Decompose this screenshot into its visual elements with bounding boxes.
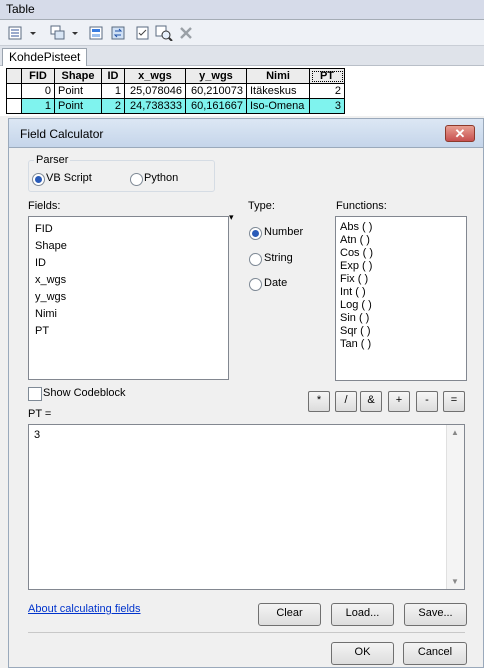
table-tab-strip: KohdePisteet: [0, 46, 484, 69]
clear-button[interactable]: Clear: [258, 603, 321, 626]
list-item[interactable]: Cos ( ): [340, 247, 373, 259]
show-codeblock-checkbox[interactable]: [28, 387, 42, 401]
list-item[interactable]: Fix ( ): [340, 273, 368, 285]
cell-x-wgs[interactable]: 24,738333: [124, 98, 186, 114]
concatenate-button[interactable]: &: [360, 391, 382, 412]
table-toolbar: [0, 20, 484, 46]
list-item[interactable]: Shape: [35, 240, 67, 252]
scroll-down-icon[interactable]: ▼: [451, 577, 459, 586]
row-selector[interactable]: [6, 98, 22, 114]
list-item[interactable]: Abs ( ): [340, 221, 372, 233]
add-button[interactable]: +: [388, 391, 410, 412]
column-header-shape[interactable]: Shape: [54, 68, 102, 84]
zoom-to-selected-icon[interactable]: [155, 24, 173, 42]
close-button[interactable]: ✕: [445, 125, 475, 142]
cell-fid[interactable]: 0: [21, 83, 55, 99]
python-label[interactable]: Python: [144, 172, 178, 184]
cell-pt[interactable]: 3: [309, 98, 345, 114]
list-item[interactable]: Tan ( ): [340, 338, 371, 350]
clear-selection-icon[interactable]: [134, 24, 152, 42]
table-header-row: FID Shape ID x_wgs y_wgs Nimi PT: [6, 68, 345, 84]
attribute-table: FID Shape ID x_wgs y_wgs Nimi PT 0 Point…: [6, 68, 345, 114]
cell-y-wgs[interactable]: 60,210073: [185, 83, 247, 99]
cancel-button[interactable]: Cancel: [403, 642, 467, 665]
list-item[interactable]: Atn ( ): [340, 234, 370, 246]
cell-nimi[interactable]: Itäkeskus: [246, 83, 310, 99]
vbscript-label[interactable]: VB Script: [46, 172, 92, 184]
date-radio[interactable]: [249, 278, 262, 291]
cell-y-wgs[interactable]: 60,161667: [185, 98, 247, 114]
attribute-table-area: FID Shape ID x_wgs y_wgs Nimi PT 0 Point…: [0, 66, 484, 116]
expression-value[interactable]: 3: [34, 429, 40, 441]
row-selector-header[interactable]: [6, 68, 22, 84]
dialog-title-bar: Field Calculator: [8, 118, 484, 148]
window-title-bar: Table: [0, 0, 484, 20]
load-button[interactable]: Load...: [331, 603, 394, 626]
table-row[interactable]: 1 Point 2 24,738333 60,161667 Iso-Omena …: [6, 98, 345, 114]
expression-label: PT =: [28, 408, 52, 420]
table-options-icon[interactable]: [8, 24, 38, 42]
expression-scrollbar[interactable]: ▲ ▼: [446, 425, 464, 589]
equals-button[interactable]: =: [443, 391, 465, 412]
column-header-y-wgs[interactable]: y_wgs: [185, 68, 247, 84]
related-tables-icon[interactable]: [50, 24, 80, 42]
list-item[interactable]: Exp ( ): [340, 260, 372, 272]
type-label: Type:: [248, 200, 275, 212]
multiply-button[interactable]: *: [308, 391, 330, 412]
save-button[interactable]: Save...: [404, 603, 467, 626]
list-item[interactable]: Nimi: [35, 308, 57, 320]
cell-x-wgs[interactable]: 25,078046: [124, 83, 186, 99]
list-item[interactable]: ID: [35, 257, 46, 269]
scroll-up-icon[interactable]: ▲: [451, 428, 459, 437]
list-item[interactable]: PT: [35, 325, 49, 337]
column-header-pt[interactable]: PT: [309, 68, 345, 84]
vbscript-radio[interactable]: [32, 173, 45, 186]
list-item[interactable]: Sin ( ): [340, 312, 369, 324]
table-row[interactable]: 0 Point 1 25,078046 60,210073 Itäkeskus …: [6, 83, 345, 99]
cell-pt[interactable]: 2: [309, 83, 345, 99]
number-label[interactable]: Number: [264, 226, 303, 238]
list-item[interactable]: Sqr ( ): [340, 325, 371, 337]
ok-button[interactable]: OK: [331, 642, 394, 665]
string-radio[interactable]: [249, 253, 262, 266]
cell-id[interactable]: 1: [101, 83, 125, 99]
switch-selection-icon[interactable]: [110, 24, 128, 42]
parser-label: Parser: [34, 154, 71, 166]
list-item[interactable]: FID: [35, 223, 53, 235]
select-by-attributes-icon[interactable]: [88, 24, 106, 42]
divide-button[interactable]: /: [335, 391, 357, 412]
window-title: Table: [6, 2, 35, 16]
functions-listbox[interactable]: Abs ( ) Atn ( ) Cos ( ) Exp ( ) Fix ( ) …: [335, 216, 467, 381]
subtract-button[interactable]: -: [416, 391, 438, 412]
string-label[interactable]: String: [264, 252, 293, 264]
functions-label: Functions:: [336, 200, 387, 212]
cell-nimi[interactable]: Iso-Omena: [246, 98, 310, 114]
column-header-nimi[interactable]: Nimi: [246, 68, 310, 84]
column-header-x-wgs[interactable]: x_wgs: [124, 68, 186, 84]
dialog-title: Field Calculator: [20, 127, 104, 141]
cell-shape[interactable]: Point: [54, 98, 102, 114]
column-header-id[interactable]: ID: [101, 68, 125, 84]
expression-textarea[interactable]: 3 ▲ ▼: [28, 424, 465, 590]
list-item[interactable]: y_wgs: [35, 291, 66, 303]
list-item[interactable]: x_wgs: [35, 274, 66, 286]
fields-dropdown-arrow-icon[interactable]: ▾: [229, 212, 234, 223]
number-radio[interactable]: [249, 227, 262, 240]
delete-selected-icon[interactable]: [178, 24, 194, 42]
row-selector[interactable]: [6, 83, 22, 99]
python-radio[interactable]: [130, 173, 143, 186]
cell-shape[interactable]: Point: [54, 83, 102, 99]
cell-fid[interactable]: 1: [21, 98, 55, 114]
date-label[interactable]: Date: [264, 277, 287, 289]
list-item[interactable]: Log ( ): [340, 299, 372, 311]
cell-id[interactable]: 2: [101, 98, 125, 114]
fields-label: Fields:: [28, 200, 61, 212]
column-header-fid[interactable]: FID: [21, 68, 55, 84]
list-item[interactable]: Int ( ): [340, 286, 366, 298]
fields-listbox[interactable]: FID Shape ID x_wgs y_wgs Nimi PT: [28, 216, 229, 380]
about-calculating-fields-link[interactable]: About calculating fields: [28, 603, 141, 615]
footer-divider: [28, 632, 465, 633]
show-codeblock-label[interactable]: Show Codeblock: [43, 387, 126, 399]
